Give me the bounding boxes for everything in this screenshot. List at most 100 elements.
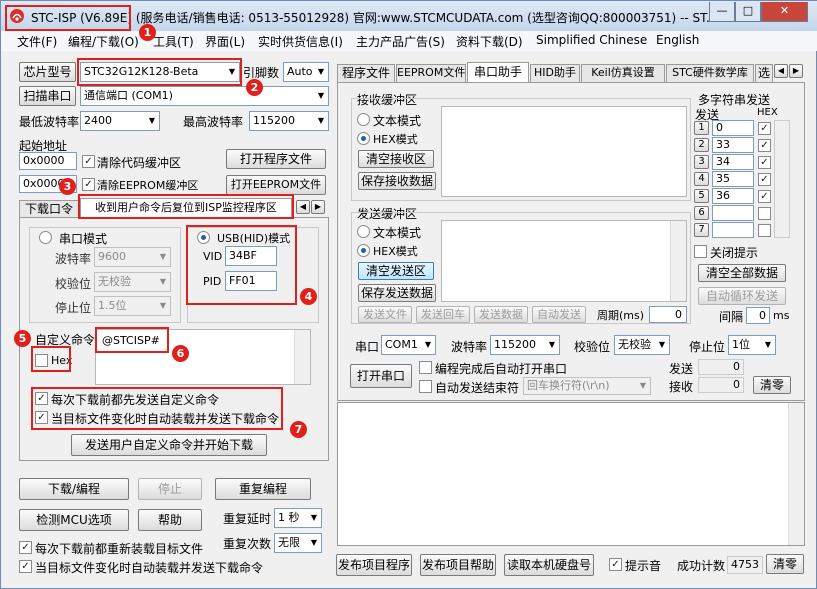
send-file-button[interactable]: 发送文件 <box>358 306 412 323</box>
serial-port-select[interactable]: COM1 ▼ <box>381 335 436 355</box>
right-tab-scroll-right-icon[interactable]: ▶ <box>789 64 803 78</box>
sound-checkbox[interactable]: ✓ <box>609 558 622 571</box>
auto-end-char-checkbox[interactable] <box>419 380 432 393</box>
right-tab-scroll-left-icon[interactable]: ◀ <box>774 64 788 78</box>
tab-stc-math-library[interactable]: STC硬件数学库 <box>666 64 754 82</box>
clear-code-checkbox[interactable]: ✓ <box>82 155 95 168</box>
send-textarea-scrollbar[interactable] <box>670 221 686 301</box>
multi-hex-checkbox[interactable] <box>758 224 771 237</box>
multi-send-button[interactable]: 7 <box>694 223 709 237</box>
auto-open-port-checkbox[interactable] <box>419 361 432 374</box>
multi-send-button[interactable]: 6 <box>694 206 709 220</box>
send-textarea[interactable] <box>441 220 687 302</box>
multi-string-scrollbar[interactable] <box>774 120 790 238</box>
interval-input[interactable]: 0 <box>746 307 770 324</box>
send-text-mode-radio[interactable] <box>357 225 370 238</box>
check-mcu-button[interactable]: 检测MCU选项 <box>19 509 129 531</box>
tab-eeprom-file[interactable]: EEPROM文件 <box>396 64 466 82</box>
repeat-delay-select[interactable]: 1 秒 ▼ <box>274 508 322 528</box>
send-custom-command-button[interactable]: 发送用户自定义命令并开始下载 <box>71 434 267 456</box>
tab-more[interactable]: 选 <box>755 64 773 82</box>
menu-program-download[interactable]: 编程/下载(O) <box>68 33 139 50</box>
multi-hex-checkbox[interactable]: ✓ <box>758 156 771 169</box>
maximize-button[interactable]: □ <box>735 2 761 22</box>
menu-docs[interactable]: 资料下载(D) <box>456 33 523 50</box>
receive-textarea[interactable] <box>441 106 687 197</box>
send-enter-button[interactable]: 发送回车 <box>416 306 470 323</box>
menu-english[interactable]: English <box>656 33 699 47</box>
repeat-program-button[interactable]: 重复编程 <box>215 478 311 500</box>
clear-count-button[interactable]: 清零 <box>753 376 791 394</box>
serial-parity-bits-select[interactable]: 无校验 ▼ <box>614 335 670 355</box>
publish-help-button[interactable]: 发布项目帮助 <box>420 554 496 576</box>
auto-load-on-change-checkbox[interactable]: ✓ <box>19 560 32 573</box>
port-select[interactable]: 通信端口 (COM1) ▼ <box>80 86 329 106</box>
multi-send-button[interactable]: 3 <box>694 155 709 169</box>
open-eeprom-file-button[interactable]: 打开EEPROM文件 <box>226 175 326 195</box>
help-button[interactable]: 帮助 <box>138 509 202 531</box>
serial-stop-bits-select[interactable]: 1位 ▼ <box>728 335 776 355</box>
close-button[interactable]: ✕ <box>761 2 808 22</box>
tab-program-file[interactable]: 程序文件 <box>337 64 395 82</box>
recv-text-mode-radio[interactable] <box>357 113 370 126</box>
save-receive-button[interactable]: 保存接收数据 <box>358 172 436 190</box>
serial-baud-select[interactable]: 9600 ▼ <box>94 247 171 267</box>
tab-hid-assistant[interactable]: HID助手 <box>530 64 580 82</box>
auto-send-button[interactable]: 自动发送 <box>532 306 586 323</box>
multi-string-input[interactable]: 36 <box>712 188 754 204</box>
menu-tools[interactable]: 工具(T) <box>153 33 194 50</box>
serial-parity-select[interactable]: 无校验 ▼ <box>94 272 171 292</box>
min-baud-select[interactable]: 2400 ▼ <box>80 111 160 131</box>
clear-success-count-button[interactable]: 清零 <box>766 554 804 574</box>
tab-serial-assistant[interactable]: 串口助手 <box>467 62 529 83</box>
read-disk-serial-button[interactable]: 读取本机硬盘号 <box>504 554 594 576</box>
download-program-button[interactable]: 下载/编程 <box>19 478 129 500</box>
send-hex-mode-radio[interactable] <box>357 244 370 257</box>
multi-string-input[interactable]: 0 <box>712 120 754 136</box>
stop-button[interactable]: 停止 <box>138 478 202 500</box>
multi-string-input[interactable]: 34 <box>712 154 754 170</box>
scan-port-button[interactable]: 扫描串口 <box>19 86 76 106</box>
tab-download-password[interactable]: 下载口令 <box>19 200 79 218</box>
recv-hex-mode-radio[interactable] <box>357 132 370 145</box>
pin-count-select[interactable]: Auto ▼ <box>283 62 329 82</box>
minimize-button[interactable]: — <box>709 2 735 22</box>
multi-string-input[interactable] <box>712 222 754 238</box>
max-baud-select[interactable]: 115200 ▼ <box>249 111 329 131</box>
clear-receive-button[interactable]: 清空接收区 <box>358 150 434 168</box>
serial-stop-select[interactable]: 1.5位 ▼ <box>94 296 171 316</box>
tab-scroll-right-icon[interactable]: ▶ <box>311 200 325 214</box>
menu-interface[interactable]: 界面(L) <box>205 33 245 50</box>
clear-eeprom-checkbox[interactable]: ✓ <box>82 178 95 191</box>
menu-supply-info[interactable]: 实时供货信息(I) <box>258 33 343 50</box>
serial-mode-radio[interactable] <box>39 231 52 244</box>
serial-baud-rate-select[interactable]: 115200 ▼ <box>490 335 560 355</box>
multi-hex-checkbox[interactable]: ✓ <box>758 139 771 152</box>
multi-send-button[interactable]: 2 <box>694 138 709 152</box>
menu-simplified-chinese[interactable]: Simplified Chinese <box>536 33 647 47</box>
clear-all-data-button[interactable]: 清空全部数据 <box>698 264 786 282</box>
tab-scroll-left-icon[interactable]: ◀ <box>296 200 310 214</box>
open-program-file-button[interactable]: 打开程序文件 <box>226 149 326 169</box>
reload-before-download-checkbox[interactable]: ✓ <box>19 541 32 554</box>
code-address-input[interactable]: 0x0000 <box>19 152 77 170</box>
chip-type-button[interactable]: 芯片型号 <box>19 62 76 82</box>
multi-send-button[interactable]: 1 <box>694 121 709 135</box>
multi-hex-checkbox[interactable] <box>758 207 771 220</box>
auto-loop-send-button[interactable]: 自动循环发送 <box>698 287 786 305</box>
menu-file[interactable]: 文件(F) <box>17 33 57 50</box>
multi-send-button[interactable]: 4 <box>694 172 709 186</box>
end-char-select[interactable]: 回车换行符(\r\n) ▼ <box>523 377 651 395</box>
repeat-count-select[interactable]: 无限 ▼ <box>274 533 322 553</box>
send-data-button[interactable]: 发送数据 <box>474 306 528 323</box>
multi-string-input[interactable] <box>712 205 754 221</box>
multi-send-button[interactable]: 5 <box>694 189 709 203</box>
multi-string-input[interactable]: 33 <box>712 137 754 153</box>
custom-command-scrollbar[interactable] <box>294 330 310 384</box>
menu-products[interactable]: 主力产品广告(S) <box>356 33 445 50</box>
output-log[interactable] <box>337 402 805 546</box>
save-send-button[interactable]: 保存发送数据 <box>358 284 436 302</box>
multi-hex-checkbox[interactable]: ✓ <box>758 173 771 186</box>
multi-string-input[interactable]: 35 <box>712 171 754 187</box>
clear-send-button[interactable]: 清空发送区 <box>358 262 434 280</box>
